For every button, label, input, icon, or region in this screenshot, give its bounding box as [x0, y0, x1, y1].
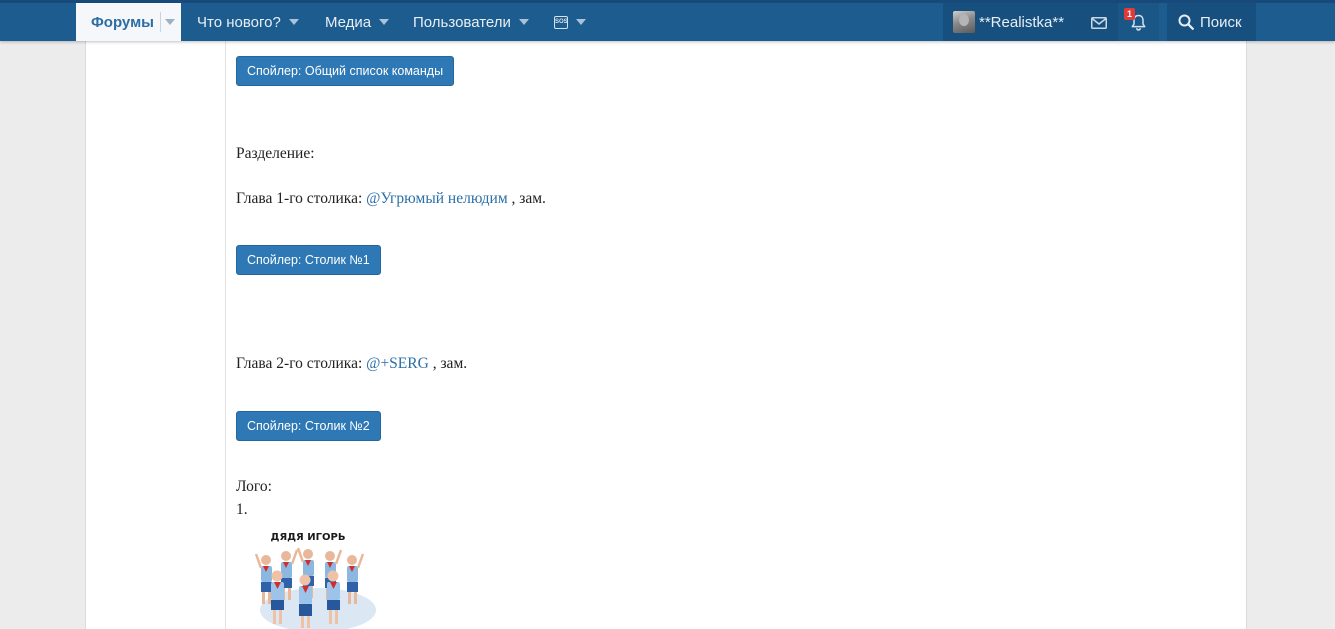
tab-users[interactable]: Пользователи — [413, 3, 529, 41]
division-label: Разделение: — [236, 145, 315, 162]
top-navbar: Форумы Что нового? Медиа Пользователи SO… — [0, 0, 1335, 41]
table1-prefix: Глава 1-го столика: — [236, 190, 367, 207]
logo-caption-art: ДЯДЯ ИГОРЬ — [271, 532, 346, 543]
tab-media[interactable]: Медиа — [325, 3, 390, 41]
tab-media-label: Медиа — [325, 13, 372, 31]
chevron-down-icon[interactable] — [576, 19, 586, 25]
search-icon — [1178, 14, 1194, 30]
tab-forums[interactable]: Форумы — [76, 3, 181, 41]
envelope-icon[interactable] — [1091, 17, 1107, 29]
user-account-area[interactable]: **Realistka** 1 — [943, 3, 1159, 41]
table2-head-line: Глава 2-го столика: @+SERG , зам. — [236, 355, 467, 373]
table1-suffix: , зам. — [507, 190, 546, 207]
team-logo-image: ДЯДЯ ИГОРЬ — [246, 522, 376, 629]
mention-link-table2[interactable]: @+SERG — [366, 355, 429, 372]
table2-prefix: Глава 2-го столика: — [236, 355, 367, 372]
mention-link-table1[interactable]: @Угрюмый нелюдим — [366, 190, 507, 207]
search-button[interactable]: Поиск — [1167, 3, 1256, 41]
tab-forums-label: Форумы — [91, 13, 154, 31]
chevron-down-icon[interactable] — [288, 19, 299, 25]
chevron-down-icon[interactable] — [379, 19, 390, 25]
chevron-down-icon[interactable] — [518, 19, 529, 25]
alerts-button[interactable]: 1 — [1118, 3, 1159, 41]
tab-sos[interactable]: SOS — [554, 3, 586, 41]
panel-divider — [225, 41, 226, 629]
spoiler-team-button[interactable]: Спойлер: Общий список команды — [236, 56, 455, 86]
tab-whats-new[interactable]: Что нового? — [197, 3, 299, 41]
logo-number: 1. — [236, 501, 248, 518]
tab-whats-new-label: Что нового? — [197, 13, 281, 31]
team-logo-drawing: ДЯДЯ ИГОРЬ — [254, 532, 376, 629]
avatar[interactable] — [953, 11, 975, 33]
alerts-badge: 1 — [1124, 8, 1135, 20]
search-label: Поиск — [1200, 13, 1242, 31]
tab-users-label: Пользователи — [413, 13, 511, 31]
spoiler-table1-button[interactable]: Спойлер: Столик №1 — [236, 245, 381, 275]
tab-divider — [160, 12, 161, 32]
spoiler-table2-button[interactable]: Спойлер: Столик №2 — [236, 411, 381, 441]
logo-label: Лого: — [236, 478, 272, 495]
username[interactable]: **Realistka** — [979, 3, 1064, 41]
table2-suffix: , зам. — [428, 355, 468, 372]
chevron-down-icon[interactable] — [165, 19, 175, 25]
table1-head-line: Глава 1-го столика: @Угрюмый нелюдим , з… — [236, 190, 546, 208]
sos-icon: SOS — [554, 15, 568, 29]
